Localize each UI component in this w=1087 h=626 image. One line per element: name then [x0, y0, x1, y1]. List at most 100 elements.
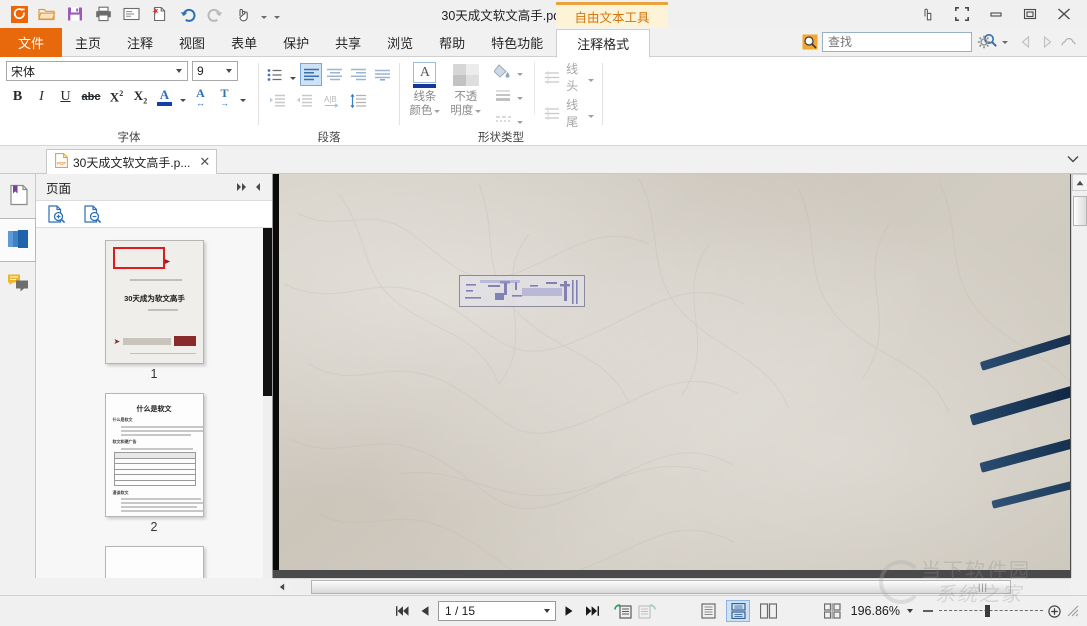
fill-color-dropdown[interactable] [515, 60, 526, 82]
font-color-dropdown[interactable] [177, 86, 188, 108]
first-page-icon[interactable] [392, 600, 412, 622]
line-width-icon[interactable] [491, 85, 515, 105]
fill-color-icon[interactable] [491, 61, 515, 81]
tab-protect[interactable]: 保护 [270, 28, 322, 57]
pages-panel-scrollbar[interactable] [263, 228, 272, 578]
canvas-vertical-scrollbar[interactable] [1071, 174, 1087, 578]
thumbnail-item[interactable]: 什么是软文 什么是软文 软文和硬广告 漫谈软文 2 [36, 381, 272, 534]
document-canvas[interactable] [273, 174, 1087, 578]
search-box[interactable] [822, 32, 997, 52]
line-spacing-button[interactable] [346, 89, 371, 112]
tab-comment-format[interactable]: 注释格式 [556, 29, 651, 58]
strikethrough-button[interactable]: abc [78, 86, 104, 108]
italic-button[interactable]: I [30, 86, 53, 108]
tab-view[interactable]: 视图 [166, 28, 218, 57]
line-color-button[interactable]: A 线条 颜色 [406, 60, 444, 118]
dash-style-dropdown[interactable] [515, 108, 526, 130]
scroll-up-button[interactable] [1072, 174, 1087, 191]
line-start-row[interactable]: 线头 [543, 60, 596, 94]
redo-icon[interactable] [202, 2, 228, 26]
free-text-annotation[interactable] [459, 275, 585, 307]
zoom-out-thumbnail-button[interactable] [82, 204, 102, 224]
character-spacing-button[interactable]: A ↔ [189, 86, 212, 108]
bold-button[interactable]: B [6, 86, 29, 108]
pdf-page-view[interactable] [279, 174, 1070, 570]
opacity-button[interactable]: 不透 明度 [447, 60, 485, 118]
justify-button[interactable] [371, 63, 393, 86]
chevron-down-icon[interactable] [223, 69, 235, 73]
font-name-combo[interactable]: 宋体 [6, 61, 188, 81]
close-icon[interactable] [1049, 2, 1079, 26]
dash-style-icon[interactable] [491, 109, 515, 129]
thumbnail-page-2[interactable]: 什么是软文 什么是软文 软文和硬广告 漫谈软文 [104, 393, 204, 517]
app-logo-icon[interactable] [6, 2, 32, 26]
subscript-button[interactable]: X2 [129, 86, 152, 108]
scroll-left-button[interactable] [273, 579, 290, 596]
zoom-dropdown-chevron-down-icon[interactable] [903, 609, 917, 613]
tab-features[interactable]: 特色功能 [478, 28, 556, 57]
search-settings-dropdown[interactable] [996, 32, 1014, 52]
tab-comment[interactable]: 注释 [114, 28, 166, 57]
page-number-box[interactable]: 1 / 15 [438, 601, 556, 621]
chevron-down-icon[interactable] [541, 609, 553, 613]
tab-home[interactable]: 主页 [62, 28, 114, 57]
thumbnail-page-3[interactable] [104, 546, 204, 578]
continuous-view-button[interactable] [726, 600, 750, 622]
zoom-slider[interactable] [939, 603, 1043, 619]
bullet-list-button[interactable] [265, 63, 287, 86]
facing-view-button[interactable] [756, 600, 780, 622]
tab-help[interactable]: 帮助 [426, 28, 478, 57]
zoom-out-icon[interactable] [920, 605, 936, 617]
thumbnail-item[interactable]: ➤ 30天成为软文高手 ➤ 1 [36, 228, 272, 381]
document-tab-close-icon[interactable]: ✕ [195, 154, 210, 170]
maximize-icon[interactable] [1015, 2, 1045, 26]
font-color-button[interactable]: A [153, 86, 176, 108]
collapse-icon[interactable] [250, 177, 266, 197]
underline-button[interactable]: U [54, 86, 77, 108]
undo-icon[interactable] [174, 2, 200, 26]
thumbnail-page-1[interactable]: ➤ 30天成为软文高手 ➤ [104, 240, 204, 364]
line-start-dropdown[interactable] [587, 66, 596, 88]
thumbnail-item[interactable] [36, 534, 272, 578]
tab-form[interactable]: 表单 [218, 28, 270, 57]
zoom-in-thumbnail-button[interactable] [46, 204, 66, 224]
sidebar-item-pages[interactable] [0, 218, 36, 262]
page-thumbnail-list[interactable]: ➤ 30天成为软文高手 ➤ 1 什么是软文 什么是软文 软文和硬广告 漫谈软文 … [36, 228, 272, 578]
sidebar-item-bookmarks[interactable] [0, 174, 36, 218]
horizontal-scroll-thumb[interactable]: ||| [311, 580, 1011, 594]
horizontal-scroll-track[interactable]: ||| [291, 580, 1070, 594]
align-right-button[interactable] [348, 63, 370, 86]
zoom-in-icon[interactable] [1046, 604, 1062, 618]
line-end-dropdown[interactable] [587, 102, 596, 124]
pages-panel-scroll-thumb[interactable] [263, 228, 272, 396]
next-page-icon[interactable] [559, 600, 579, 622]
contextual-tab-free-text-tool[interactable]: 自由文本工具 [556, 2, 668, 28]
minimize-icon[interactable] [981, 2, 1011, 26]
open-icon[interactable] [34, 2, 60, 26]
prev-icon[interactable] [1017, 32, 1035, 52]
tab-file[interactable]: 文件 [0, 28, 63, 57]
last-page-icon[interactable] [582, 600, 602, 622]
decrease-indent-button[interactable] [292, 89, 317, 112]
hand-tool-icon[interactable] [230, 2, 256, 26]
customize-qat-dropdown[interactable] [271, 2, 282, 26]
line-end-row[interactable]: 线尾 [543, 96, 596, 130]
rotate-left-icon[interactable] [613, 600, 633, 622]
prev-page-icon[interactable] [415, 600, 435, 622]
rotate-right-icon[interactable] [636, 600, 656, 622]
text-direction-ab-button[interactable]: A|B [319, 89, 344, 112]
line-width-dropdown[interactable] [515, 84, 526, 106]
email-icon[interactable] [118, 2, 144, 26]
single-page-view-button[interactable] [696, 600, 720, 622]
new-from-file-icon[interactable] [146, 2, 172, 26]
increase-indent-button[interactable] [265, 89, 290, 112]
facing-continuous-view-button[interactable] [820, 600, 844, 622]
sidebar-item-comments[interactable] [0, 262, 36, 306]
search-input[interactable] [828, 35, 983, 49]
next-icon[interactable] [1038, 32, 1056, 52]
tab-browse[interactable]: 浏览 [374, 28, 426, 57]
resize-grip-icon[interactable] [1065, 605, 1081, 617]
bullet-list-dropdown[interactable] [289, 64, 299, 86]
save-icon[interactable] [62, 2, 88, 26]
canvas-horizontal-scrollbar[interactable]: ||| [273, 578, 1071, 595]
